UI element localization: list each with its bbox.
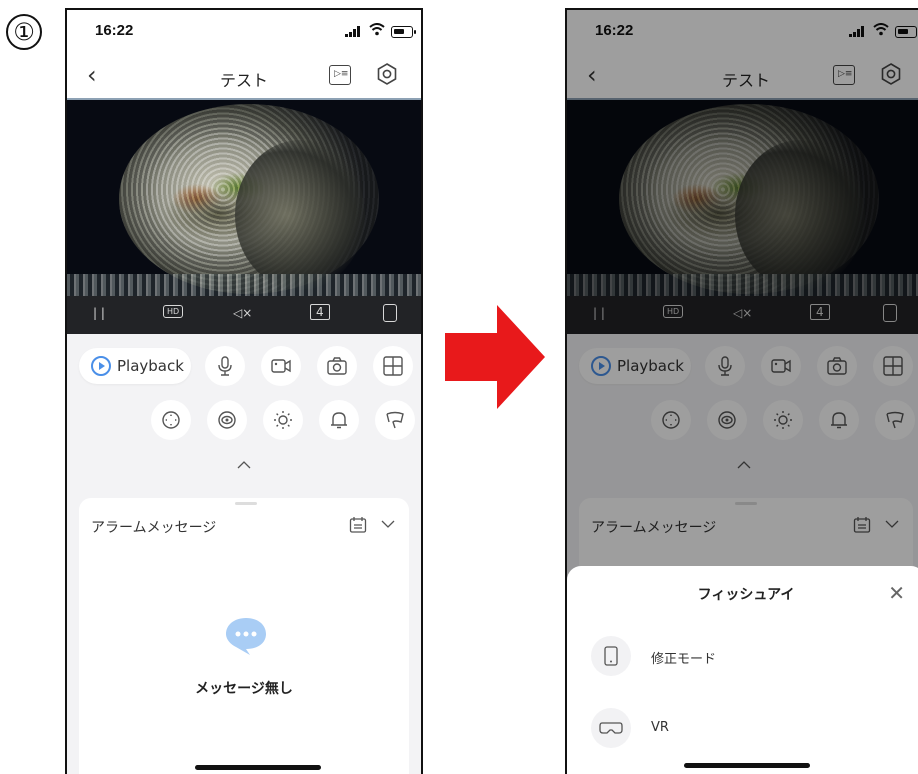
- video-record-icon: [271, 359, 291, 373]
- microphone-icon: [218, 356, 232, 376]
- video-noise-band: [67, 274, 421, 296]
- drag-handle[interactable]: [235, 502, 257, 505]
- vr-headset-icon: [599, 722, 623, 734]
- hd-toggle[interactable]: HD: [163, 305, 184, 318]
- settings-icon[interactable]: [375, 62, 399, 86]
- mute-icon[interactable]: ◁×: [233, 306, 252, 320]
- option-vr[interactable]: VR: [591, 708, 891, 748]
- umbrella-icon: [386, 411, 404, 429]
- modal-title: フィッシュアイ: [697, 587, 795, 603]
- close-icon[interactable]: ✕: [888, 583, 905, 603]
- split-view-toggle[interactable]: 4: [310, 304, 330, 320]
- rotate-screen-icon[interactable]: [383, 304, 397, 322]
- ptz-direction-icon: [162, 411, 180, 429]
- option-icon-circle: [591, 636, 631, 676]
- alarm-title: アラームメッセージ: [91, 520, 217, 536]
- snapshot-button[interactable]: [317, 346, 357, 386]
- fisheye-shadow: [235, 140, 365, 290]
- phone-icon: [604, 646, 618, 666]
- wiper-button[interactable]: [375, 400, 415, 440]
- alarm-message-panel: アラームメッセージ メッセージ無し: [79, 498, 409, 774]
- signal-icon: [345, 26, 360, 37]
- bell-icon: [331, 412, 347, 429]
- step-number: ①: [6, 14, 42, 50]
- alarm-button[interactable]: [319, 400, 359, 440]
- battery-icon: [391, 26, 416, 38]
- option-label: VR: [651, 720, 669, 735]
- home-indicator: [684, 763, 810, 768]
- microphone-button[interactable]: [205, 346, 245, 386]
- status-time: 16:22: [95, 22, 134, 39]
- status-bar: 16:22: [67, 10, 421, 54]
- arrow-right-icon: [445, 305, 545, 409]
- playback-button[interactable]: Playback: [79, 348, 191, 384]
- phone-screen-after: 16:22 ‹ テスト ▷≡ | | HD ◁× 4 Playback アラーム…: [565, 8, 918, 774]
- multi-view-button[interactable]: [373, 346, 413, 386]
- chevron-up-icon[interactable]: [237, 461, 251, 469]
- ptz-button[interactable]: [151, 400, 191, 440]
- fisheye-icon: [218, 411, 236, 429]
- message-bubble-icon: [226, 618, 266, 655]
- phone-screen-before: 16:22 ‹ テスト ▷≡ | | HD ◁× 4 Playback アラーム…: [65, 8, 423, 774]
- playback-icon: [91, 356, 111, 376]
- grid-view-icon: [383, 356, 403, 376]
- option-correction-mode[interactable]: 修正モード: [591, 636, 891, 676]
- page-title: テスト: [219, 71, 268, 90]
- tutorial-figure: ① 16:22 ‹ テスト ▷≡ | | HD ◁× 4 Playback アラ…: [0, 0, 918, 774]
- camera-video-feed[interactable]: [67, 98, 421, 296]
- playback-label: Playback: [117, 357, 184, 375]
- record-button[interactable]: [261, 346, 301, 386]
- empty-message: メッセージ無し: [195, 681, 293, 697]
- nav-bar: ‹ テスト ▷≡: [67, 54, 421, 98]
- light-bulb-icon: [274, 411, 292, 429]
- fisheye-mode-sheet: フィッシュアイ ✕ 修正モード VR: [567, 566, 918, 774]
- light-button[interactable]: [263, 400, 303, 440]
- playback-list-icon[interactable]: ▷≡: [329, 65, 351, 85]
- camera-icon: [327, 357, 347, 375]
- pause-icon[interactable]: | |: [93, 306, 105, 320]
- calendar-icon[interactable]: [349, 516, 367, 534]
- home-indicator: [195, 765, 321, 770]
- wifi-icon: [369, 23, 385, 36]
- option-label: 修正モード: [651, 652, 717, 667]
- fisheye-button[interactable]: [207, 400, 247, 440]
- chevron-down-icon[interactable]: [381, 520, 395, 528]
- control-panel: Playback: [67, 334, 421, 774]
- video-control-bar: | | HD ◁× 4: [67, 296, 421, 334]
- option-icon-circle: [591, 708, 631, 748]
